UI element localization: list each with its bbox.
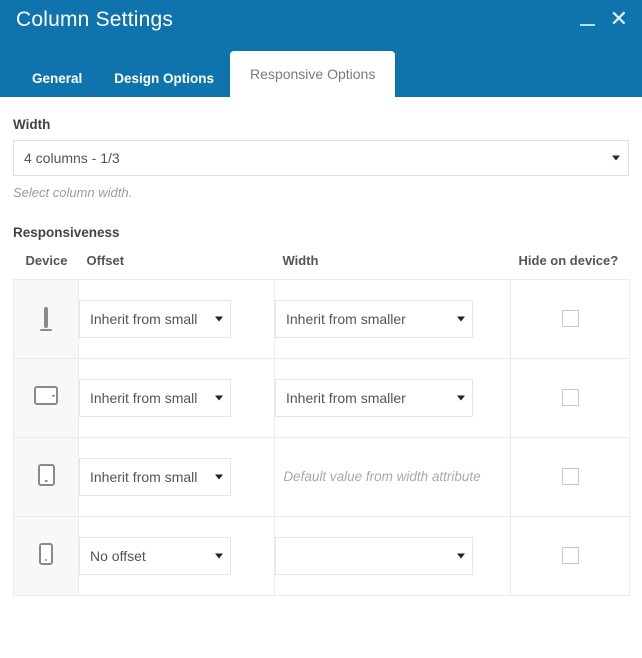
window-controls: ✕ [579,8,628,30]
width-select-mobile[interactable] [275,537,473,575]
tablet-landscape-icon [34,386,58,405]
width-cell-mobile [274,516,511,596]
width-hint: Select column width. [13,185,133,200]
tablet-portrait-icon [37,463,55,486]
width-select-value: 4 columns - 1/3 [24,150,120,166]
device-cell-tablet-landscape [13,358,79,438]
hide-cell-tablet-landscape [510,358,630,438]
column-settings-modal: Column Settings ✕ General Design Options… [0,0,642,658]
device-cell-desktop [13,279,79,359]
mobile-icon [39,542,53,565]
width-select[interactable]: 4 columns - 1/3 [13,140,629,176]
width-cell-tablet-landscape: Inherit from smaller [274,358,511,438]
hide-cell-desktop [510,279,630,359]
page-title: Column Settings [16,8,174,31]
chevron-down-icon [457,553,465,559]
column-header-hide-on-device: Hide on device? [518,253,619,268]
width-cell-desktop: Inherit from smaller [274,279,511,359]
table-row: Inherit from small Inherit from smaller [13,358,630,438]
table-body: Inherit from small Inherit from smaller [13,279,630,596]
device-cell-mobile [13,516,79,596]
column-header-width: Width [282,253,319,268]
width-select-desktop[interactable]: Inherit from smaller [275,300,473,338]
hide-on-device-checkbox-tablet-portrait[interactable] [561,468,579,486]
width-select-value: Inherit from smaller [286,390,406,406]
offset-cell-mobile: No offset [78,516,275,596]
tab-responsive-options[interactable]: Responsive Options [230,51,396,97]
hide-on-device-checkbox-mobile[interactable] [561,547,579,565]
chevron-down-icon [215,553,223,559]
offset-select-mobile[interactable]: No offset [79,537,231,575]
responsiveness-table: Device Offset Width Hide on device? Inhe… [13,252,630,596]
offset-cell-tablet-landscape: Inherit from small [78,358,275,438]
tab-design-options[interactable]: Design Options [98,61,230,97]
hide-on-device-checkbox-desktop[interactable] [561,310,579,328]
modal-body: Width 4 columns - 1/3 Select column widt… [0,97,642,596]
tab-bar: General Design Options Responsive Option… [0,47,396,97]
offset-select-tablet-portrait[interactable]: Inherit from small [79,458,231,496]
width-placeholder-tablet-portrait: Default value from width attribute [283,469,481,484]
close-icon[interactable]: ✕ [610,8,628,30]
table-row: Inherit from small Default value from wi… [13,437,630,517]
tab-general[interactable]: General [16,61,98,97]
hide-cell-mobile [510,516,630,596]
offset-select-value: Inherit from small [90,390,198,406]
chevron-down-icon [215,316,223,322]
hide-on-device-checkbox-tablet-landscape[interactable] [561,389,579,407]
table-row: Inherit from small Inherit from smaller [13,279,630,359]
hide-cell-tablet-portrait [510,437,630,517]
table-header-row: Device Offset Width Hide on device? [14,252,630,280]
width-cell-tablet-portrait: Default value from width attribute [274,437,511,517]
offset-cell-desktop: Inherit from small [78,279,275,359]
offset-cell-tablet-portrait: Inherit from small [78,437,275,517]
chevron-down-icon [215,474,223,480]
offset-select-tablet-landscape[interactable]: Inherit from small [79,379,231,417]
width-select-value: Inherit from smaller [286,311,406,327]
minimize-icon[interactable] [579,10,596,30]
chevron-down-icon [612,155,620,161]
offset-select-desktop[interactable]: Inherit from small [79,300,231,338]
device-cell-tablet-portrait [13,437,79,517]
table-header: Device Offset Width Hide on device? [14,252,630,280]
desktop-icon [34,307,58,331]
responsiveness-title: Responsiveness [13,225,120,240]
chevron-down-icon [215,395,223,401]
modal-header: Column Settings ✕ General Design Options… [0,0,642,97]
offset-select-value: No offset [90,548,146,564]
width-select-tablet-landscape[interactable]: Inherit from smaller [275,379,473,417]
table-row: No offset [13,516,630,596]
offset-select-value: Inherit from small [90,311,198,327]
offset-select-value: Inherit from small [90,469,198,485]
column-header-device: Device [25,253,68,268]
column-header-offset: Offset [86,253,125,268]
chevron-down-icon [457,395,465,401]
chevron-down-icon [457,316,465,322]
width-label: Width [13,117,51,132]
